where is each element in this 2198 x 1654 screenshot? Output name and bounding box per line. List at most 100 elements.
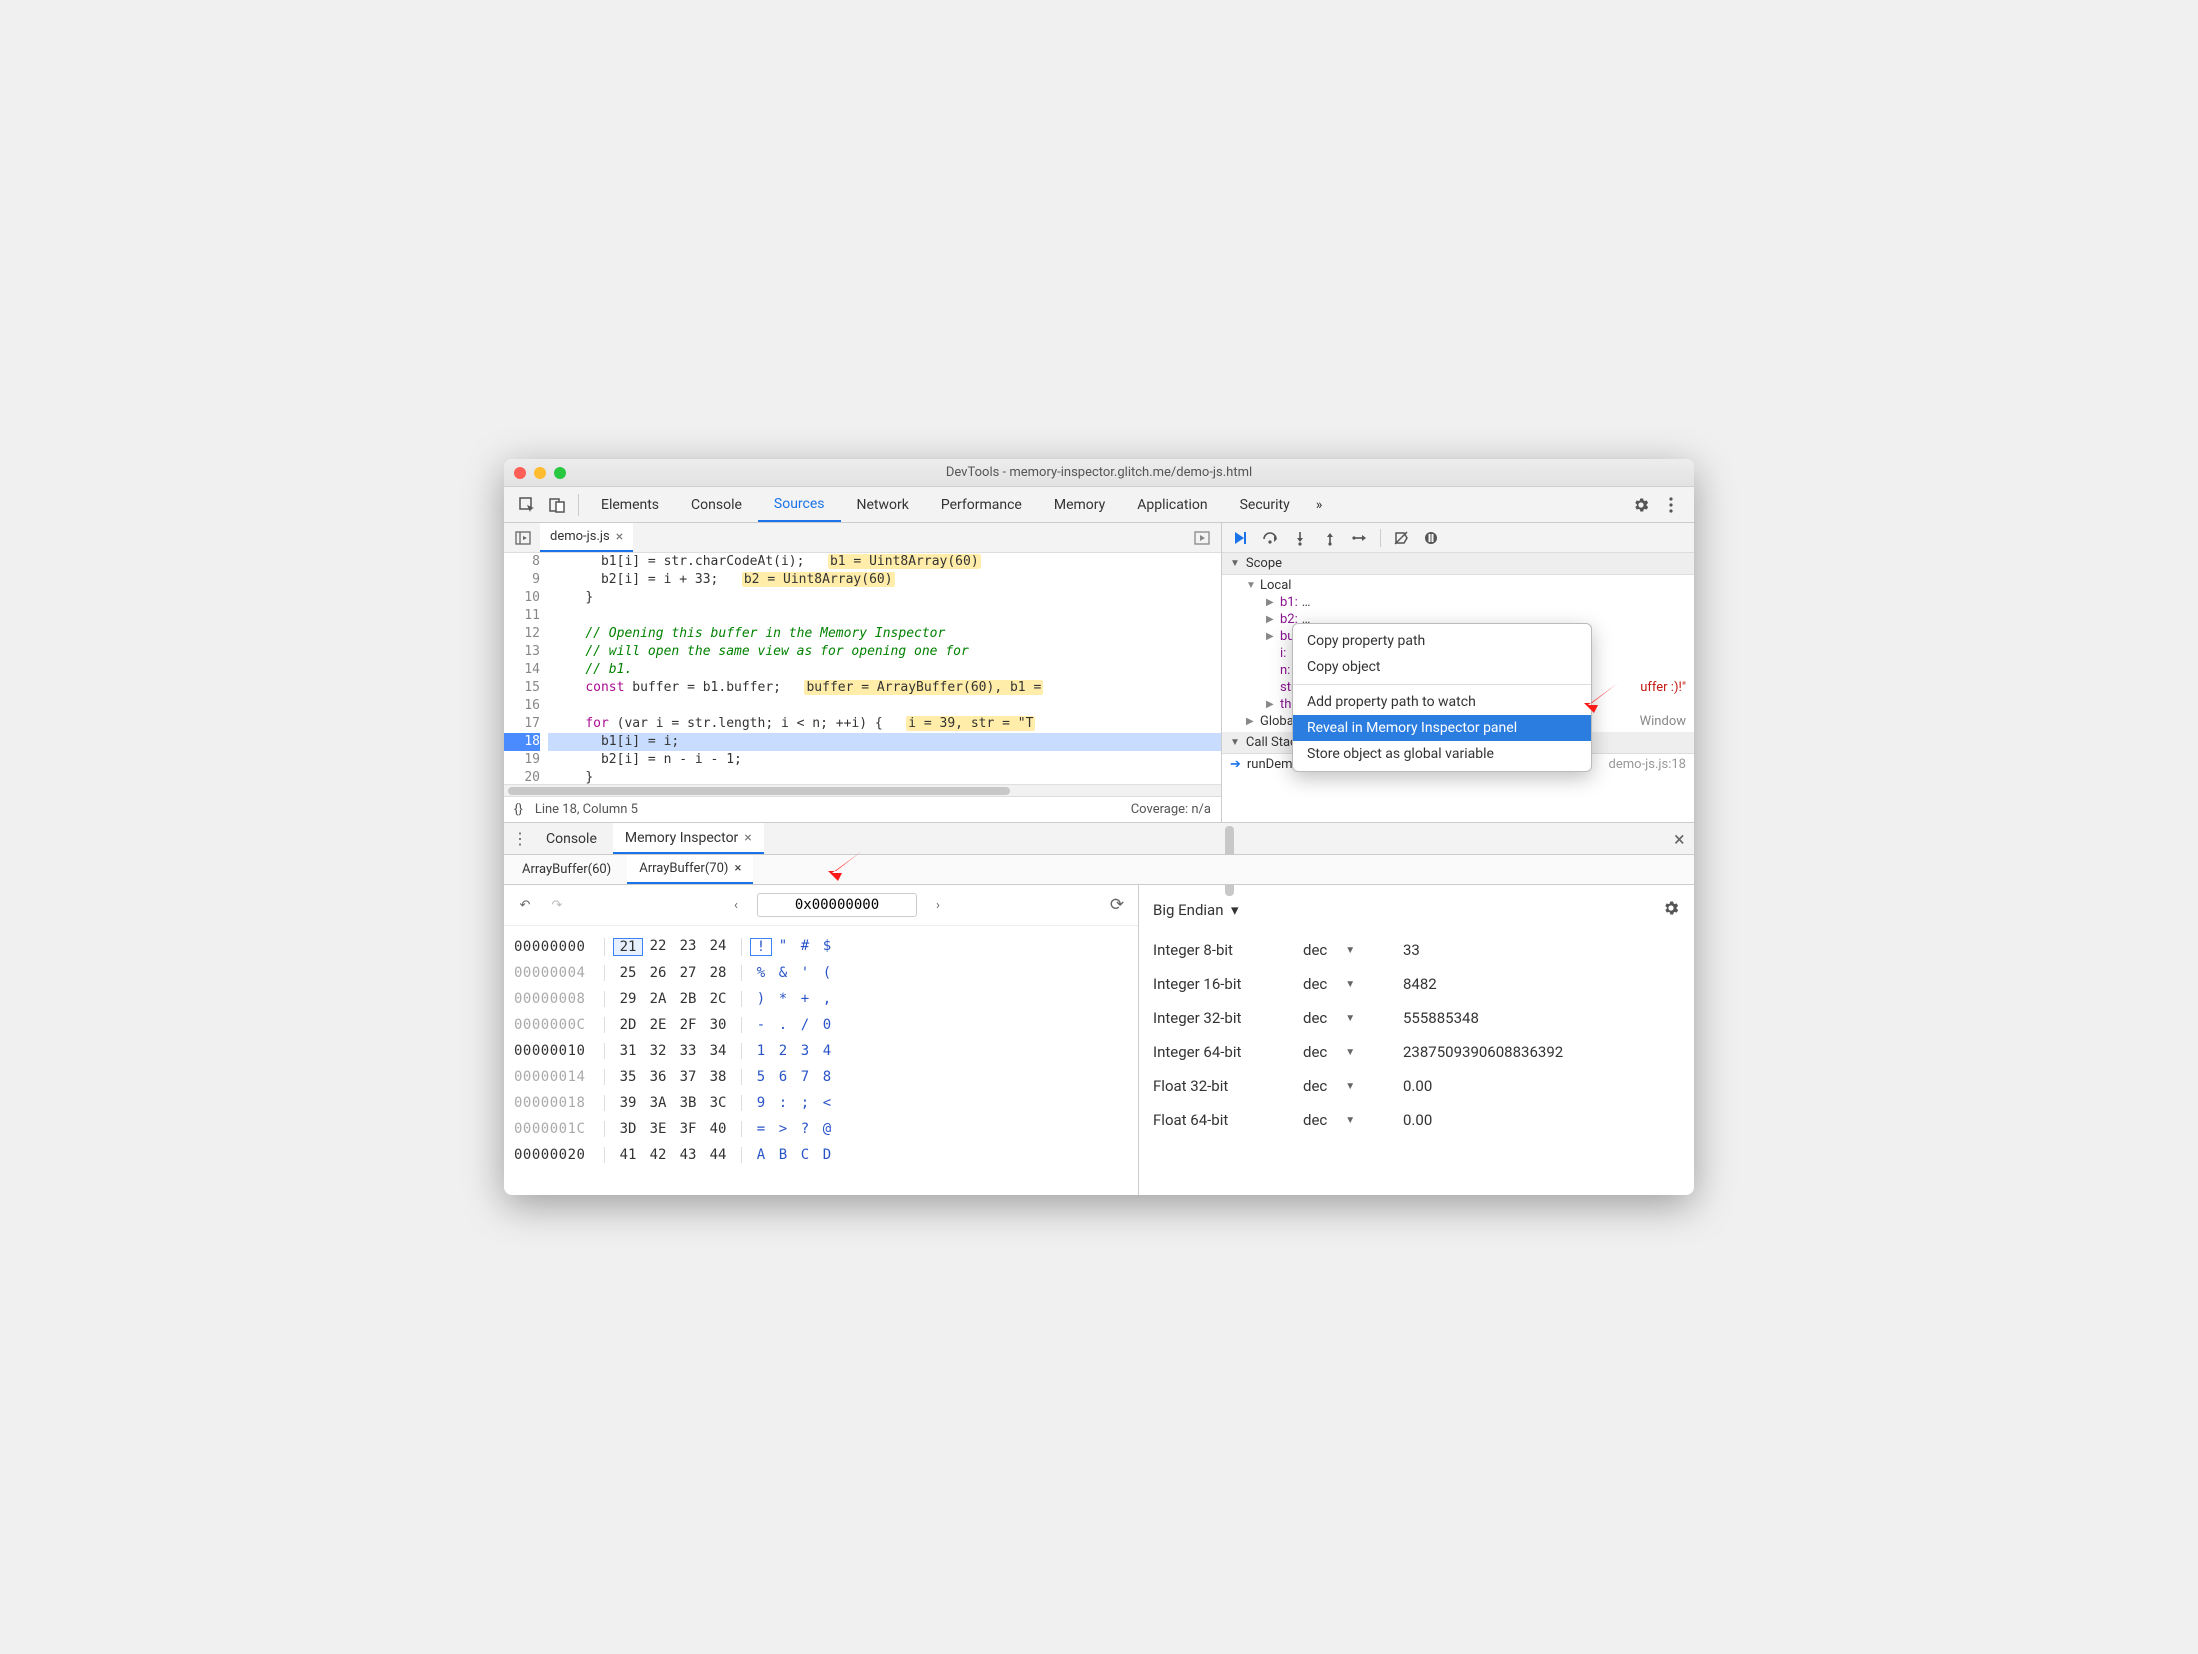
hex-row[interactable]: 0000000021222324!"#$ (514, 934, 1128, 960)
hex-byte[interactable]: 37 (673, 1069, 703, 1085)
hex-row[interactable]: 0000000C2D2E2F30-./0 (514, 1012, 1128, 1038)
kebab-menu-icon[interactable] (1656, 490, 1686, 520)
tab-security[interactable]: Security (1224, 487, 1306, 522)
code-editor[interactable]: 891011121314151617 18 192021 b1[i] = str… (504, 553, 1221, 784)
hex-ascii-char[interactable]: ! (750, 938, 772, 956)
hex-byte[interactable]: 3D (613, 1121, 643, 1137)
file-tab-demo-js[interactable]: demo-js.js × (540, 523, 633, 552)
settings-gear-icon[interactable] (1626, 490, 1656, 520)
ctx-reveal-memory-inspector[interactable]: Reveal in Memory Inspector panel (1293, 715, 1591, 741)
drawer-menu-icon[interactable]: ⋮ (510, 829, 530, 848)
hex-byte[interactable]: 30 (703, 1017, 733, 1033)
hex-row[interactable]: 00000008292A2B2C)*+, (514, 986, 1128, 1012)
editor-horizontal-scrollbar[interactable] (504, 784, 1221, 796)
hex-ascii-char[interactable]: > (772, 1121, 794, 1137)
hex-byte[interactable]: 41 (613, 1147, 643, 1163)
tab-elements[interactable]: Elements (585, 487, 675, 522)
next-page-icon[interactable]: › (927, 898, 949, 913)
resume-icon[interactable] (1230, 528, 1250, 548)
format-select[interactable]: dec▼ (1303, 1043, 1403, 1061)
hex-ascii-char[interactable]: ) (750, 991, 772, 1007)
hex-byte[interactable]: 3E (643, 1121, 673, 1137)
hex-ascii-char[interactable]: @ (816, 1121, 838, 1137)
hex-ascii-char[interactable]: & (772, 965, 794, 981)
step-out-icon[interactable] (1320, 528, 1340, 548)
ctx-add-watch[interactable]: Add property path to watch (1293, 689, 1591, 715)
format-select[interactable]: dec▼ (1303, 975, 1403, 993)
hex-ascii-char[interactable]: D (816, 1147, 838, 1163)
hex-ascii-char[interactable]: / (794, 1017, 816, 1033)
hex-ascii-char[interactable]: = (750, 1121, 772, 1137)
hex-byte[interactable]: 29 (613, 991, 643, 1007)
hex-ascii-char[interactable]: # (794, 938, 816, 956)
hex-byte[interactable]: 32 (643, 1043, 673, 1059)
navigator-toggle-icon[interactable] (510, 525, 536, 551)
hex-ascii-char[interactable]: - (750, 1017, 772, 1033)
step-icon[interactable] (1350, 528, 1370, 548)
hex-ascii-char[interactable]: + (794, 991, 816, 1007)
drawer-close-icon[interactable]: × (1668, 827, 1688, 851)
scope-var-b1[interactable]: ▶b1: … (1230, 594, 1694, 611)
minimize-window-button[interactable] (534, 467, 546, 479)
scope-local-header[interactable]: ▼Local (1230, 577, 1694, 594)
hex-byte[interactable]: 34 (703, 1043, 733, 1059)
hex-ascii-char[interactable]: < (816, 1095, 838, 1111)
refresh-icon[interactable]: ⟳ (1106, 895, 1128, 915)
hex-ascii-char[interactable]: $ (816, 938, 838, 956)
hex-byte[interactable]: 24 (703, 938, 733, 956)
step-into-icon[interactable] (1290, 528, 1310, 548)
inspect-element-icon[interactable] (512, 490, 542, 520)
hex-byte[interactable]: 2D (613, 1017, 643, 1033)
prev-page-icon[interactable]: ‹ (725, 898, 747, 913)
hex-ascii-char[interactable]: , (816, 991, 838, 1007)
hex-ascii-char[interactable]: : (772, 1095, 794, 1111)
hex-byte[interactable]: 26 (643, 965, 673, 981)
hex-byte[interactable]: 36 (643, 1069, 673, 1085)
mi-tab-arraybuffer-60[interactable]: ArrayBuffer(60) (510, 855, 623, 884)
undo-icon[interactable]: ↶ (514, 898, 536, 913)
hex-byte[interactable]: 28 (703, 965, 733, 981)
step-over-icon[interactable] (1260, 528, 1280, 548)
format-select[interactable]: dec▼ (1303, 1077, 1403, 1095)
close-window-button[interactable] (514, 467, 526, 479)
hex-byte[interactable]: 22 (643, 938, 673, 956)
hex-byte[interactable]: 21 (613, 938, 643, 956)
deactivate-breakpoints-icon[interactable] (1391, 528, 1411, 548)
hex-ascii-char[interactable]: 1 (750, 1043, 772, 1059)
hex-byte[interactable]: 27 (673, 965, 703, 981)
hex-byte[interactable]: 3C (703, 1095, 733, 1111)
tab-performance[interactable]: Performance (925, 487, 1038, 522)
scope-header[interactable]: ▼Scope (1222, 553, 1694, 575)
hex-byte[interactable]: 2A (643, 991, 673, 1007)
hex-ascii-char[interactable]: * (772, 991, 794, 1007)
hex-ascii-char[interactable]: . (772, 1017, 794, 1033)
hex-row[interactable]: 00000010313233341234 (514, 1038, 1128, 1064)
hex-ascii-char[interactable]: 6 (772, 1069, 794, 1085)
hex-byte[interactable]: 2F (673, 1017, 703, 1033)
interpreter-settings-gear-icon[interactable] (1662, 899, 1680, 921)
tab-network[interactable]: Network (841, 487, 925, 522)
close-icon[interactable]: × (744, 830, 751, 846)
hex-row[interactable]: 0000002041424344ABCD (514, 1142, 1128, 1168)
hex-byte[interactable]: 23 (673, 938, 703, 956)
hex-row[interactable]: 0000000425262728%&'( (514, 960, 1128, 986)
format-select[interactable]: dec▼ (1303, 941, 1403, 959)
close-icon[interactable]: × (734, 861, 741, 876)
hex-byte[interactable]: 39 (613, 1095, 643, 1111)
tab-application[interactable]: Application (1121, 487, 1223, 522)
hex-ascii-char[interactable]: 2 (772, 1043, 794, 1059)
tab-console[interactable]: Console (675, 487, 758, 522)
hex-ascii-char[interactable]: % (750, 965, 772, 981)
more-tabs-icon[interactable] (1189, 525, 1215, 551)
hex-row[interactable]: 0000001C3D3E3F40=>?@ (514, 1116, 1128, 1142)
hex-ascii-char[interactable]: " (772, 938, 794, 956)
hex-byte[interactable]: 40 (703, 1121, 733, 1137)
hex-ascii-char[interactable]: C (794, 1147, 816, 1163)
hex-row[interactable]: 00000014353637385678 (514, 1064, 1128, 1090)
ctx-store-global[interactable]: Store object as global variable (1293, 741, 1591, 767)
address-input[interactable] (757, 893, 917, 917)
redo-icon[interactable]: ↷ (546, 898, 568, 913)
hex-ascii-char[interactable]: 3 (794, 1043, 816, 1059)
hex-byte[interactable]: 3F (673, 1121, 703, 1137)
hex-ascii-char[interactable]: 8 (816, 1069, 838, 1085)
